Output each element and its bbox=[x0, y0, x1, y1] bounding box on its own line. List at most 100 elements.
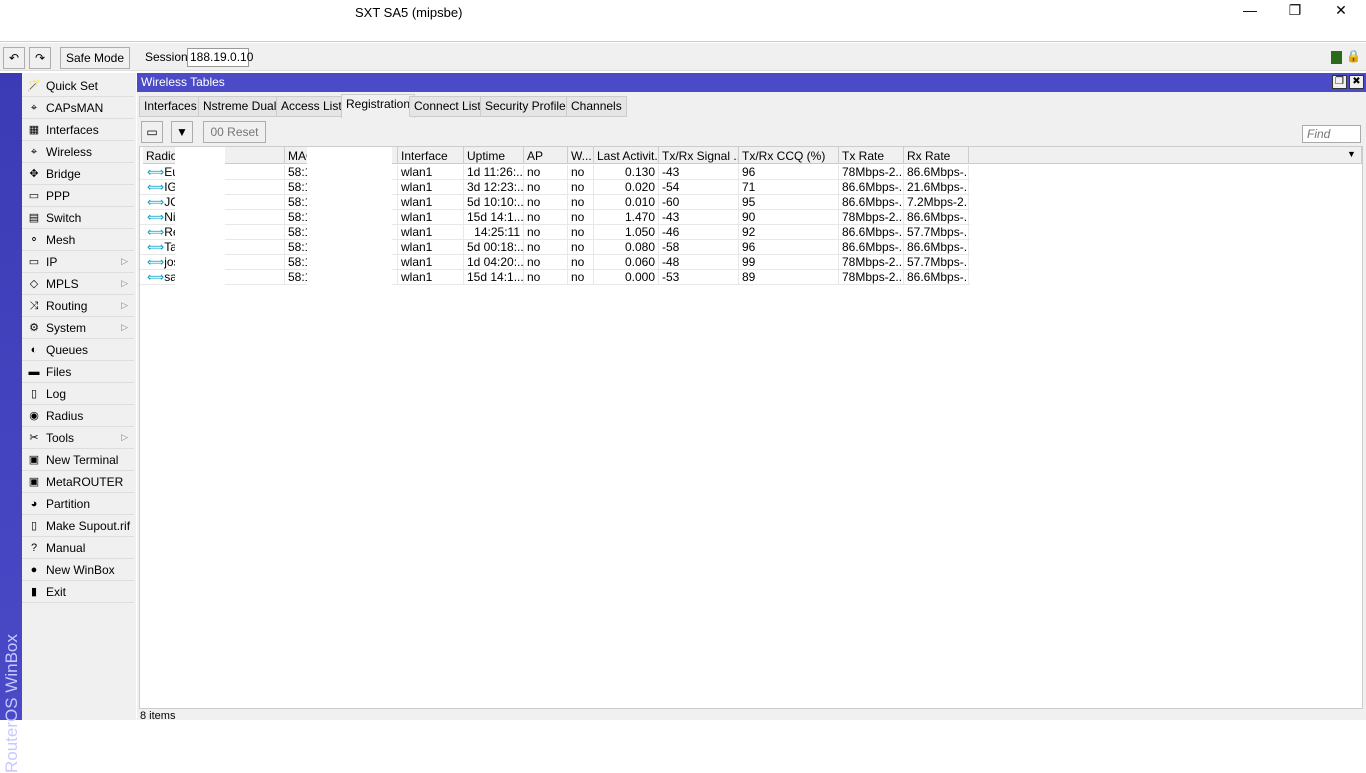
tab-connect-list[interactable]: Connect List bbox=[409, 96, 486, 117]
sidebar-item-log[interactable]: ▯ Log bbox=[22, 383, 134, 405]
sidebar-item-radius[interactable]: ◉ Radius bbox=[22, 405, 134, 427]
cell: 86.6Mbps-... bbox=[839, 240, 904, 255]
registration-link-icon: ⟺ bbox=[147, 225, 165, 239]
quick-set-icon: 🪄 bbox=[27, 79, 41, 92]
column-header[interactable]: Tx/Rx Signal ... bbox=[659, 147, 739, 164]
sidebar-item-files[interactable]: ▬ Files bbox=[22, 361, 134, 383]
sidebar-item-mpls[interactable]: ◇ MPLS ▷ bbox=[22, 273, 134, 295]
remove-button[interactable]: ▭ bbox=[141, 121, 163, 143]
registration-table: Radio NameMACInterfaceUptimeAPW...Last A… bbox=[139, 146, 1363, 709]
sidebar-item-label: CAPsMAN bbox=[46, 100, 104, 115]
column-header[interactable]: Rx Rate bbox=[904, 147, 969, 164]
sidebar-item-routing[interactable]: ⤨ Routing ▷ bbox=[22, 295, 134, 317]
close-window-button[interactable]: ✖ bbox=[1349, 75, 1364, 89]
table-row[interactable]: ⟺sab 58:1 wlan1 15d 14:1... no no 0.000 -53 89 78… bbox=[140, 270, 970, 285]
sidebar-item-wireless[interactable]: ⌖ Wireless bbox=[22, 141, 134, 163]
reset-button[interactable]: 00 Reset bbox=[203, 121, 266, 143]
column-header-filler bbox=[969, 147, 1362, 164]
column-menu-icon[interactable]: ▼ bbox=[1344, 147, 1362, 164]
table-row[interactable]: ⟺Re 58:1 wlan1 14:25:11 no no 1.050 -46 92 86.6Mb… bbox=[140, 225, 970, 240]
sidebar-item-label: Make Supout.rif bbox=[46, 518, 131, 533]
sidebar-item-partition[interactable]: ◕ Partition bbox=[22, 493, 134, 515]
metarouter-icon: ▣ bbox=[28, 475, 40, 488]
column-header[interactable]: AP bbox=[524, 147, 568, 164]
sidebar-item-manual[interactable]: ? Manual bbox=[22, 537, 134, 559]
submenu-arrow-icon: ▷ bbox=[121, 256, 128, 266]
sidebar-item-system[interactable]: ⚙ System ▷ bbox=[22, 317, 134, 339]
sidebar-item-switch[interactable]: ▤ Switch bbox=[22, 207, 134, 229]
sidebar-item-make-supout-rif[interactable]: ▯ Make Supout.rif bbox=[22, 515, 134, 537]
column-header[interactable]: Interface bbox=[398, 147, 464, 164]
cell: 3d 12:23:... bbox=[464, 180, 524, 195]
sidebar-item-bridge[interactable]: ✥ Bridge bbox=[22, 163, 134, 185]
manual-icon: ? bbox=[30, 541, 38, 554]
cell: wlan1 bbox=[398, 270, 464, 285]
undo-button[interactable]: ↶ bbox=[3, 47, 25, 69]
column-header[interactable]: Tx Rate bbox=[839, 147, 904, 164]
cell: -53 bbox=[659, 270, 739, 285]
cell: 0.010 bbox=[594, 195, 659, 210]
tab-access-list[interactable]: Access List bbox=[276, 96, 347, 117]
cell: no bbox=[568, 270, 594, 285]
sidebar-item-mesh[interactable]: ⚬ Mesh bbox=[22, 229, 134, 251]
column-header[interactable]: Uptime bbox=[464, 147, 524, 164]
tab-registration[interactable]: Registration bbox=[341, 94, 416, 118]
sidebar-item-tools[interactable]: ✂ Tools ▷ bbox=[22, 427, 134, 449]
sidebar-item-new-winbox[interactable]: ● New WinBox bbox=[22, 559, 134, 581]
table-row[interactable]: ⟺Niv 58:1 wlan1 15d 14:1... no no 1.470 -43 90 78… bbox=[140, 210, 970, 225]
sidebar-item-label: Queues bbox=[46, 342, 89, 357]
cell: 86.6Mbps-... bbox=[904, 210, 969, 225]
sidebar-item-ip[interactable]: ▭ IP ▷ bbox=[22, 251, 134, 273]
cell: -48 bbox=[659, 255, 739, 270]
column-header[interactable]: Last Activit... bbox=[594, 147, 659, 164]
tab-nstreme-dual[interactable]: Nstreme Dual bbox=[198, 96, 282, 117]
column-header[interactable]: Tx/Rx CCQ (%) bbox=[739, 147, 839, 164]
cell: 86.6Mbps-... bbox=[839, 195, 904, 210]
sidebar-item-label: MetaROUTER bbox=[46, 474, 124, 489]
table-row[interactable]: ⟺IG(58:1 wlan1 3d 12:23:... no no 0.020 -54 71 8… bbox=[140, 180, 970, 195]
submenu-arrow-icon: ▷ bbox=[121, 300, 128, 310]
sidebar-item-exit[interactable]: ▮ Exit bbox=[22, 581, 134, 603]
sidebar-item-label: New Terminal bbox=[46, 452, 119, 467]
sidebar-item-label: Files bbox=[46, 364, 72, 379]
cell: no bbox=[524, 210, 568, 225]
table-row[interactable]: ⟺jos 58:1 wlan1 1d 04:20:... no no 0.060 -48 99 7… bbox=[140, 255, 970, 270]
sidebar-item-quick-set[interactable]: 🪄 Quick Set bbox=[22, 75, 134, 97]
restore-button[interactable]: ❐ bbox=[1272, 2, 1318, 22]
safe-mode-button[interactable]: Safe Mode bbox=[60, 47, 130, 69]
filter-icon[interactable]: ▼ bbox=[171, 121, 193, 143]
cell: no bbox=[568, 195, 594, 210]
cell: 78Mbps-2... bbox=[839, 270, 904, 285]
sidebar-item-capsman[interactable]: ⌖ CAPsMAN bbox=[22, 97, 134, 119]
wireless-tables-window: Wireless Tables ❐ ✖ Interfaces Nstreme Du… bbox=[137, 73, 1366, 722]
minimize-button[interactable]: — bbox=[1227, 2, 1273, 22]
close-button[interactable]: ✕ bbox=[1318, 2, 1364, 22]
tab-security-profiles[interactable]: Security Profiles bbox=[480, 96, 577, 117]
session-field[interactable]: 188.19.0.10 bbox=[187, 48, 253, 67]
sidebar-item-metarouter[interactable]: ▣ MetaROUTER bbox=[22, 471, 134, 493]
tab-channels[interactable]: Channels bbox=[566, 96, 627, 117]
window-title-bar: Wireless Tables ❐ ✖ bbox=[137, 73, 1366, 92]
sidebar-item-interfaces[interactable]: ▦ Interfaces bbox=[22, 119, 134, 141]
submenu-arrow-icon: ▷ bbox=[121, 322, 128, 332]
sidebar-item-label: Interfaces bbox=[46, 122, 99, 137]
redo-button[interactable]: ↷ bbox=[29, 47, 51, 69]
maximize-button[interactable]: ❐ bbox=[1332, 75, 1347, 89]
find-input[interactable] bbox=[1302, 125, 1361, 143]
registration-link-icon: ⟺ bbox=[147, 180, 165, 194]
sidebar-item-queues[interactable]: ◐ Queues bbox=[22, 339, 134, 361]
tab-interfaces[interactable]: Interfaces bbox=[139, 96, 202, 117]
cell: 1d 04:20:... bbox=[464, 255, 524, 270]
column-header[interactable]: W... bbox=[568, 147, 594, 164]
cell: 78Mbps-2... bbox=[839, 210, 904, 225]
sidebar-item-ppp[interactable]: ▭ PPP bbox=[22, 185, 134, 207]
table-row[interactable]: ⟺Tai 58:1 wlan1 5d 00:18:... no no 0.080 -58 96 8… bbox=[140, 240, 970, 255]
cell: 0.060 bbox=[594, 255, 659, 270]
files-icon: ▬ bbox=[28, 365, 40, 378]
cell: no bbox=[524, 255, 568, 270]
table-row[interactable]: ⟺JO. 58:1 wlan1 5d 10:10:... no no 0.010 -60 95 8… bbox=[140, 195, 970, 210]
cell: 1d 11:26:... bbox=[464, 165, 524, 180]
table-row[interactable]: ⟺Eul 58:1 wlan1 1d 11:26:... no no 0.130 -43 96 7… bbox=[140, 165, 970, 180]
sidebar-item-new-terminal[interactable]: ▣ New Terminal bbox=[22, 449, 134, 471]
new-terminal-icon: ▣ bbox=[28, 453, 40, 466]
